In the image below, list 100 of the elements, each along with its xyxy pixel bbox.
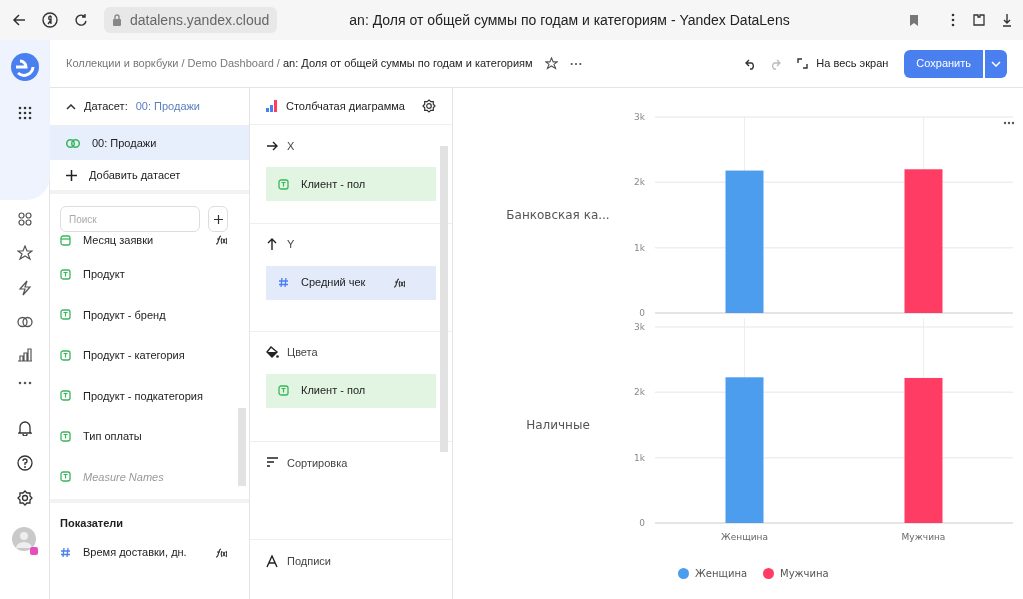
- field-name: Продукт - бренд: [83, 307, 167, 323]
- dataset-name[interactable]: 00: Продажи: [135, 98, 200, 115]
- add-dataset-button[interactable]: Добавить датасет: [50, 160, 249, 194]
- add-field-button[interactable]: [208, 206, 228, 232]
- lock-icon: [112, 14, 122, 26]
- axis-label: Мужчина: [901, 532, 946, 542]
- text-type-icon: [60, 471, 71, 483]
- collapse-icon[interactable]: [66, 103, 76, 110]
- tick-label: 3k: [634, 112, 645, 122]
- field-name: Клиент - пол: [301, 177, 367, 193]
- tick-label: 1k: [634, 452, 645, 463]
- arrow-right-icon: [266, 139, 279, 153]
- section-title: Сортировка: [287, 455, 348, 471]
- arrow-up-icon: [266, 238, 279, 252]
- field-item[interactable]: Продукт - бренд: [50, 294, 249, 335]
- section-title: Цвета: [287, 345, 318, 361]
- tick-label: 0: [639, 518, 645, 528]
- plus-icon: [66, 169, 77, 181]
- save-options-button[interactable]: [985, 49, 1007, 78]
- tick-label: 2k: [634, 177, 645, 188]
- address-text: datalens.yandex.cloud: [130, 10, 270, 30]
- hash-icon: [60, 547, 71, 558]
- axis-label: Женщина: [721, 532, 768, 542]
- field-name: Продукт - подкатегория: [83, 388, 203, 404]
- bell-icon[interactable]: [17, 420, 32, 436]
- section-title: Подписи: [287, 553, 331, 569]
- caret-icon: [991, 60, 1001, 67]
- avatar-icon[interactable]: [11, 525, 38, 555]
- text-type-icon: [60, 390, 71, 402]
- fullscreen-button[interactable]: На весь экран: [793, 55, 893, 72]
- back-icon[interactable]: [12, 13, 26, 27]
- section-title: Показатели: [59, 516, 125, 531]
- scrollbar[interactable]: [238, 408, 246, 486]
- datasets-icon[interactable]: [16, 315, 33, 329]
- download-icon[interactable]: [1003, 13, 1011, 27]
- field-item[interactable]: Тип оплаты: [50, 416, 249, 457]
- text-type-icon: [278, 385, 289, 397]
- address-bar[interactable]: datalens.yandex.cloud: [104, 7, 278, 33]
- star-icon[interactable]: [544, 57, 558, 70]
- section-title: Y: [287, 237, 295, 253]
- reload-icon[interactable]: [74, 13, 88, 27]
- field-name: Продукт: [83, 267, 126, 282]
- bar-chart-icon: [266, 100, 278, 113]
- menu-icon[interactable]: [951, 13, 955, 27]
- calendar-icon: [60, 234, 71, 246]
- field-chip[interactable]: Клиент - пол: [266, 167, 436, 202]
- search-field[interactable]: Поиск: [60, 206, 200, 232]
- tick-label: 2k: [634, 387, 645, 398]
- field-item[interactable]: Продукт - категория: [50, 335, 249, 376]
- section-title: X: [287, 139, 295, 155]
- apps-grid-icon[interactable]: [17, 106, 32, 120]
- chart-icon[interactable]: [16, 348, 33, 362]
- help-icon[interactable]: [16, 455, 33, 471]
- field-name: Продукт - категория: [83, 348, 186, 363]
- settings-icon[interactable]: [16, 490, 33, 506]
- sort-icon: [266, 456, 279, 470]
- field-name: Тип оплаты: [83, 429, 143, 444]
- field-item[interactable]: Продукт - подкатегория: [50, 375, 249, 416]
- field-name: Средний чек: [301, 275, 367, 291]
- paint-bucket-icon: [266, 346, 279, 360]
- breadcrumbs[interactable]: Коллекции и воркбуки / Demo Dashboard /: [66, 57, 283, 70]
- legend-item[interactable]: Мужчина: [763, 566, 829, 581]
- extension-icon[interactable]: [971, 12, 987, 28]
- save-button[interactable]: Сохранить: [904, 49, 983, 78]
- browser-logo-icon[interactable]: [42, 12, 58, 28]
- page-title: an: Доля от общей суммы по годам и категориям - Yandex DataLens: [349, 10, 791, 30]
- star-icon[interactable]: [16, 245, 33, 261]
- dataset-item[interactable]: 00: Продажи: [50, 126, 249, 160]
- text-type-icon: [60, 430, 71, 442]
- field-name: Время доставки, дн.: [83, 545, 188, 561]
- text-icon: [266, 554, 279, 568]
- text-type-icon: [60, 268, 71, 280]
- field-name: Measure Names: [83, 469, 165, 485]
- more-icon[interactable]: [569, 61, 582, 66]
- settings-icon[interactable]: [422, 99, 436, 114]
- collections-icon[interactable]: [17, 212, 32, 226]
- field-name: Клиент - пол: [301, 383, 367, 399]
- text-type-icon: [60, 349, 71, 361]
- more-icon[interactable]: [1003, 121, 1015, 125]
- hash-icon: [278, 277, 289, 289]
- tick-label: 1k: [634, 242, 645, 253]
- legend-item[interactable]: Женщина: [678, 566, 748, 581]
- chart-type-button[interactable]: Столбчатая диаграмма: [266, 97, 405, 115]
- app-logo-icon[interactable]: [9, 52, 40, 82]
- more-icon[interactable]: [17, 381, 32, 385]
- datasets-icon: [66, 137, 80, 149]
- fullscreen-icon: [797, 58, 809, 69]
- field-item[interactable]: Продукт: [50, 254, 249, 295]
- scrollbar[interactable]: [440, 146, 448, 452]
- field-chip[interactable]: Средний чек: [266, 265, 436, 300]
- bookmark-icon[interactable]: [909, 13, 919, 27]
- facet-label: Наличные: [526, 418, 590, 432]
- plus-icon: [213, 214, 223, 224]
- chart-title: an: Доля от общей суммы по годам и категориям: [283, 57, 533, 70]
- field-item[interactable]: Время доставки, дн.: [50, 539, 249, 566]
- tick-label: 0: [639, 308, 645, 318]
- field-chip[interactable]: Клиент - пол: [266, 373, 436, 408]
- lightning-icon[interactable]: [17, 280, 32, 296]
- text-type-icon: [60, 309, 71, 321]
- text-type-icon: [278, 178, 289, 190]
